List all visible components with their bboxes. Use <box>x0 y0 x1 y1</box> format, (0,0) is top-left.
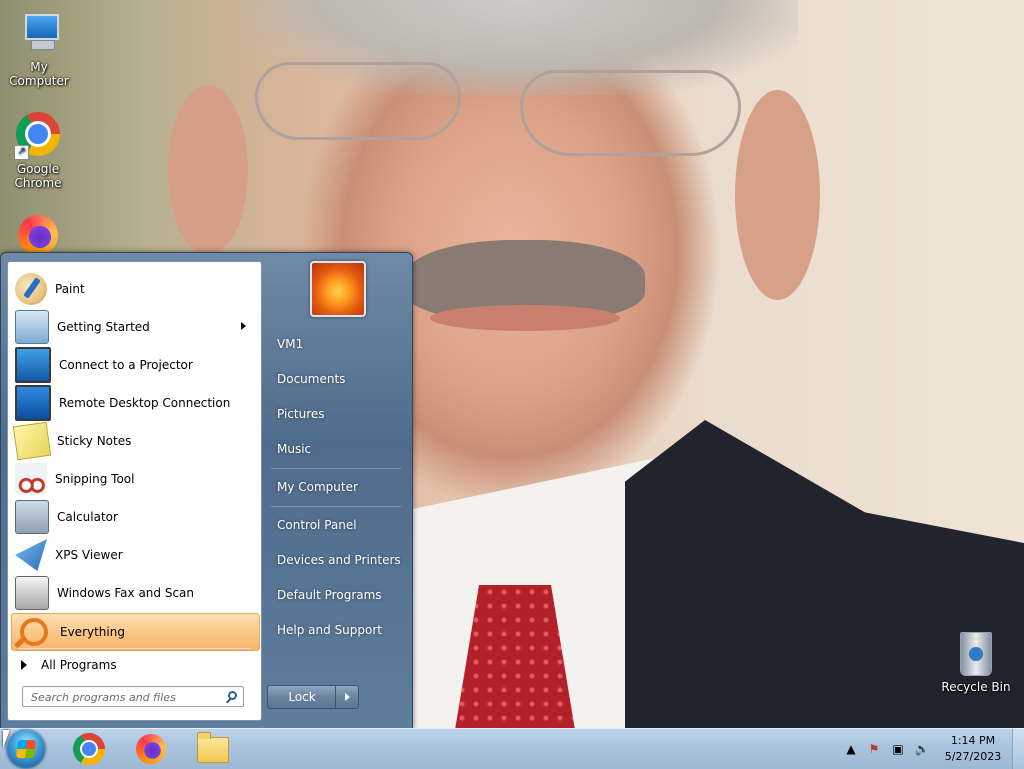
program-label: Everything <box>60 625 125 639</box>
lock-button[interactable]: Lock <box>267 685 337 709</box>
calculator-icon <box>15 500 49 534</box>
file-explorer-icon <box>197 732 229 763</box>
all-programs-arrow-icon <box>21 660 27 670</box>
program-getting-started[interactable]: Getting Started <box>11 309 258 345</box>
program-fax-scan[interactable]: Windows Fax and Scan <box>11 575 258 611</box>
program-label: Remote Desktop Connection <box>59 396 231 410</box>
program-calculator[interactable]: Calculator <box>11 499 258 535</box>
show-desktop-button[interactable] <box>1012 729 1024 769</box>
program-connect-projector[interactable]: Connect to a Projector <box>11 347 258 383</box>
taskbar-firefox-button[interactable] <box>126 731 176 767</box>
taskbar-clock[interactable]: 1:14 PM 5/27/2023 <box>938 733 1008 765</box>
show-hidden-icons-icon[interactable]: ▲ <box>843 741 859 757</box>
desktop-icon-google-chrome[interactable]: ↗ Google Chrome <box>0 110 76 190</box>
program-everything[interactable]: Everything <box>11 613 260 651</box>
right-separator <box>271 468 401 469</box>
mouse-cursor-icon <box>3 730 10 748</box>
right-item-my-computer[interactable]: My Computer <box>271 472 406 502</box>
fax-scan-icon <box>15 576 49 610</box>
program-label: Paint <box>55 282 85 296</box>
chrome-icon: ↗ <box>14 112 62 160</box>
program-label: Connect to a Projector <box>59 358 193 372</box>
action-center-flag-icon[interactable]: ⚑ <box>866 741 882 757</box>
snipping-tool-icon <box>15 463 47 495</box>
desktop-icon-recycle-bin[interactable]: Recycle Bin <box>938 630 1014 694</box>
wallpaper-ear-right <box>735 90 820 300</box>
paint-icon <box>15 273 47 305</box>
start-menu-programs-pane: Paint Getting Started Connect to a Proje… <box>7 261 262 721</box>
program-sticky-notes[interactable]: Sticky Notes <box>11 421 258 461</box>
right-item-control-panel[interactable]: Control Panel <box>271 510 406 540</box>
search-placeholder: Search programs and files <box>31 691 176 704</box>
clock-date: 5/27/2023 <box>944 750 1002 763</box>
user-avatar[interactable] <box>310 261 366 317</box>
programs-separator <box>18 648 251 649</box>
search-icon[interactable] <box>228 691 237 700</box>
right-item-default-programs[interactable]: Default Programs <box>271 580 406 610</box>
right-item-documents[interactable]: Documents <box>271 364 406 394</box>
computer-icon <box>15 10 63 58</box>
getting-started-icon <box>15 310 49 344</box>
right-item-devices-printers[interactable]: Devices and Printers <box>271 545 406 575</box>
sticky-notes-icon <box>12 421 52 461</box>
network-icon[interactable]: ▣ <box>890 741 906 757</box>
desktop-icon-label: My Computer <box>9 60 69 88</box>
volume-muted-icon[interactable]: 🔈 <box>914 741 930 757</box>
submenu-arrow-icon <box>241 322 246 330</box>
all-programs-button[interactable]: All Programs <box>11 652 258 678</box>
wallpaper-glasses-left <box>255 62 461 140</box>
search-input[interactable]: Search programs and files <box>22 686 244 707</box>
clock-time: 1:14 PM <box>950 734 996 747</box>
desktop-icon-label: Recycle Bin <box>941 680 1011 694</box>
wallpaper-glasses-right <box>520 70 741 156</box>
program-label: Snipping Tool <box>55 472 135 486</box>
taskbar-explorer-button[interactable] <box>188 731 238 767</box>
program-xps-viewer[interactable]: XPS Viewer <box>11 537 258 573</box>
right-item-user[interactable]: VM1 <box>271 329 406 359</box>
program-remote-desktop[interactable]: Remote Desktop Connection <box>11 385 258 421</box>
program-snipping-tool[interactable]: Snipping Tool <box>11 461 258 497</box>
desktop-icon-label: Google Chrome <box>14 162 62 190</box>
taskbar: ▲ ⚑ ▣ 🔈 1:14 PM 5/27/2023 <box>0 728 1024 769</box>
projector-icon <box>15 347 51 383</box>
everything-search-icon <box>20 618 48 646</box>
remote-desktop-icon <box>15 385 51 421</box>
wallpaper-mouth <box>430 305 620 331</box>
xps-viewer-icon <box>15 539 47 571</box>
shortcut-arrow-icon: ↗ <box>14 145 29 160</box>
program-label: Getting Started <box>57 320 150 334</box>
wallpaper-ear-left <box>168 85 248 255</box>
shutdown-options-arrow-icon[interactable] <box>335 685 359 709</box>
right-item-music[interactable]: Music <box>271 434 406 464</box>
program-label: Calculator <box>57 510 118 524</box>
start-menu: Paint Getting Started Connect to a Proje… <box>0 252 413 730</box>
start-button[interactable] <box>7 730 45 768</box>
program-label: XPS Viewer <box>55 548 123 562</box>
right-item-help-support[interactable]: Help and Support <box>271 615 406 645</box>
recycle-bin-icon <box>952 630 1000 678</box>
firefox-icon <box>136 734 166 764</box>
program-label: Sticky Notes <box>57 434 132 448</box>
desktop-icon-my-computer[interactable]: My Computer <box>1 10 77 88</box>
all-programs-label: All Programs <box>41 658 117 672</box>
right-separator <box>271 506 401 507</box>
chrome-icon <box>73 733 105 765</box>
taskbar-chrome-button[interactable] <box>64 731 114 767</box>
program-paint[interactable]: Paint <box>11 271 258 307</box>
right-item-pictures[interactable]: Pictures <box>271 399 406 429</box>
program-label: Windows Fax and Scan <box>57 586 195 600</box>
